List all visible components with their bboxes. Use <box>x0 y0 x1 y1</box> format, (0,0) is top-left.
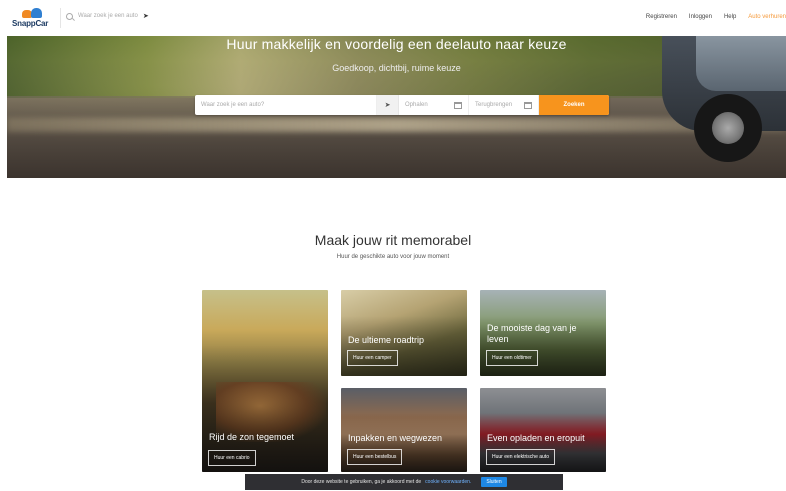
card-title: Even opladen en eropuit <box>487 433 585 443</box>
location-arrow-icon[interactable]: ➤ <box>143 12 149 20</box>
card-electric[interactable]: Even opladen en eropuit Huur een elektri… <box>480 388 606 472</box>
card-cabrio-button[interactable]: Huur een cabrio <box>208 450 256 466</box>
current-location-button[interactable]: ➤ <box>377 95 399 115</box>
calendar-icon <box>454 101 462 109</box>
nav-login-link[interactable]: Inloggen <box>689 14 712 20</box>
card-cabrio[interactable]: Rijd de zon tegemoet Huur een cabrio <box>202 290 328 472</box>
location-input[interactable]: Waar zoek je een auto? <box>195 95 377 115</box>
page: SnappCar Waar zoek je een auto ➤ Registr… <box>0 0 786 491</box>
nav-help-link[interactable]: Help <box>724 14 736 20</box>
card-electric-button[interactable]: Huur een elektrische auto <box>486 449 555 465</box>
cookie-banner: Door deze website te gebruiken, ga je ak… <box>245 474 563 490</box>
nav-register-link[interactable]: Registreren <box>646 14 677 20</box>
cookie-close-button[interactable]: Sluiten <box>481 477 507 487</box>
card-title: Inpakken en wegwezen <box>348 433 443 443</box>
cookie-terms-link[interactable]: cookie voorwaarden. <box>425 479 471 485</box>
hero-search-bar: Waar zoek je een auto? ➤ Ophalen Terugbr… <box>195 95 609 115</box>
snappcar-logo[interactable]: SnappCar <box>12 8 54 30</box>
nav-rent-out-link[interactable]: Auto verhuren <box>748 14 786 20</box>
section-subtitle: Huur de geschikte auto voor jouw moment <box>336 254 450 260</box>
hero-banner: Huur makkelijk en voordelig een deelauto… <box>7 36 786 178</box>
card-camper[interactable]: De ultieme roadtrip Huur een camper <box>341 290 467 376</box>
location-input-placeholder: Waar zoek je een auto? <box>201 102 265 108</box>
card-title: De mooiste dag van je leven <box>487 323 577 344</box>
top-search[interactable]: Waar zoek je een auto ➤ <box>66 12 149 20</box>
return-date-input[interactable]: Terugbrengen <box>469 95 539 115</box>
top-search-placeholder[interactable]: Waar zoek je een auto <box>78 13 138 19</box>
calendar-icon <box>524 101 532 109</box>
card-oldtimer[interactable]: De mooiste dag van je leven Huur een old… <box>480 290 606 376</box>
card-oldtimer-button[interactable]: Huur een oldtimer <box>486 350 538 366</box>
card-title: Rijd de zon tegemoet <box>209 432 295 442</box>
search-icon <box>66 12 73 20</box>
nav-links: Registreren Inloggen Help Auto verhuren <box>646 14 786 20</box>
search-submit-button[interactable]: Zoeken <box>539 95 609 115</box>
section-title: Maak jouw rit memorabel <box>314 232 472 248</box>
logo-wordmark: SnappCar <box>12 19 49 28</box>
hero-title: Huur makkelijk en voordelig een deelauto… <box>226 36 567 52</box>
nav-divider <box>60 8 61 28</box>
logo-cars-icon <box>22 8 44 19</box>
pickup-date-input[interactable]: Ophalen <box>399 95 469 115</box>
return-date-placeholder: Terugbrengen <box>475 102 513 108</box>
card-camper-button[interactable]: Huur een camper <box>347 350 398 366</box>
hero-car-image <box>652 36 786 178</box>
card-bestelbus[interactable]: Inpakken en wegwezen Huur een bestelbus <box>341 388 467 472</box>
card-bestelbus-button[interactable]: Huur een bestelbus <box>347 449 403 465</box>
cookie-text: Door deze website te gebruiken, ga je ak… <box>301 479 422 485</box>
location-arrow-icon: ➤ <box>384 102 391 109</box>
hero-subtitle: Goedkoop, dichtbij, ruime keuze <box>332 63 461 73</box>
card-title: De ultieme roadtrip <box>348 335 425 345</box>
top-navbar: SnappCar Waar zoek je een auto ➤ Registr… <box>0 0 786 36</box>
pickup-date-placeholder: Ophalen <box>405 102 428 108</box>
